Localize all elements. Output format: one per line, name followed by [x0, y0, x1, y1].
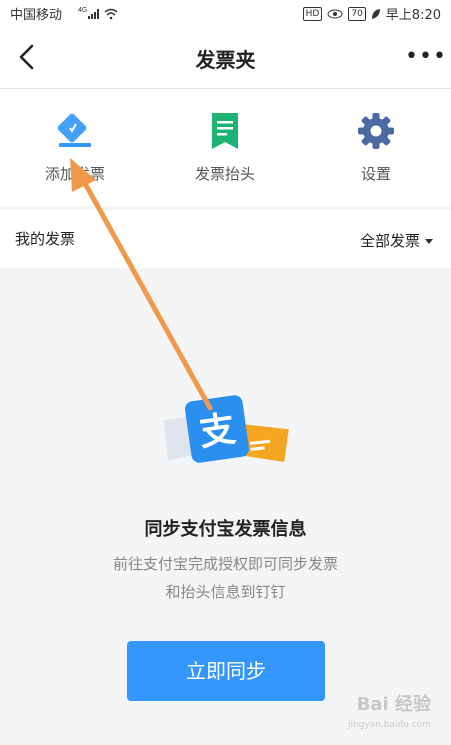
empty-desc-line2: 和抬头信息到钉钉 [165, 583, 286, 601]
caret-down-icon [425, 239, 433, 244]
my-invoices-title: 我的发票 [15, 230, 76, 248]
status-bar: 中国移动 4G HD 70 早上8:20 [0, 0, 451, 26]
hd-badge: HD [302, 6, 323, 21]
page-title: 发票夹 [195, 48, 256, 72]
alipay-invoice-illustration: 支 [164, 395, 289, 463]
settings-button[interactable]: 设置 [301, 89, 451, 207]
alipay-logo-glyph: 支 [197, 409, 238, 455]
eye-icon [327, 9, 343, 18]
carrier-label: 中国移动 [10, 8, 63, 23]
signal-icon: 4G [78, 7, 118, 20]
baidu-watermark: Bai 经验 [356, 694, 431, 715]
battery-indicator: 70 [348, 6, 366, 21]
empty-desc-line1: 前往支付宝完成授权即可同步发票 [112, 555, 338, 573]
invoice-title-button[interactable]: 发票抬头 [150, 89, 300, 207]
invoice-title-icon [212, 113, 238, 149]
sync-now-button[interactable]: 立即同步 [127, 641, 325, 701]
gear-icon [358, 113, 394, 149]
empty-state-description: 前往支付宝完成授权即可同步发票 和抬头信息到钉钉 [0, 550, 451, 606]
nav-bar: 发票夹 ••• [0, 26, 451, 88]
invoice-title-label: 发票抬头 [194, 165, 255, 183]
my-invoices-header: 我的发票 全部发票 [0, 210, 451, 268]
network-label: 4G [78, 7, 87, 14]
watermark-url: jingyan.baidu.com [347, 720, 431, 730]
settings-label: 设置 [360, 165, 391, 183]
action-row: 添加发票 发票抬头 设置 [0, 89, 451, 207]
clock: 早上8:20 [385, 8, 441, 23]
invoice-filter-dropdown[interactable]: 全部发票 [360, 230, 433, 251]
invoice-add-icon [57, 113, 91, 147]
filter-label: 全部发票 [359, 232, 420, 250]
leaf-icon [371, 8, 380, 19]
empty-state-title: 同步支付宝发票信息 [144, 519, 307, 540]
add-invoice-button[interactable]: 添加发票 [0, 89, 150, 207]
add-invoice-label: 添加发票 [44, 165, 105, 183]
more-menu-icon[interactable]: ••• [405, 44, 446, 69]
